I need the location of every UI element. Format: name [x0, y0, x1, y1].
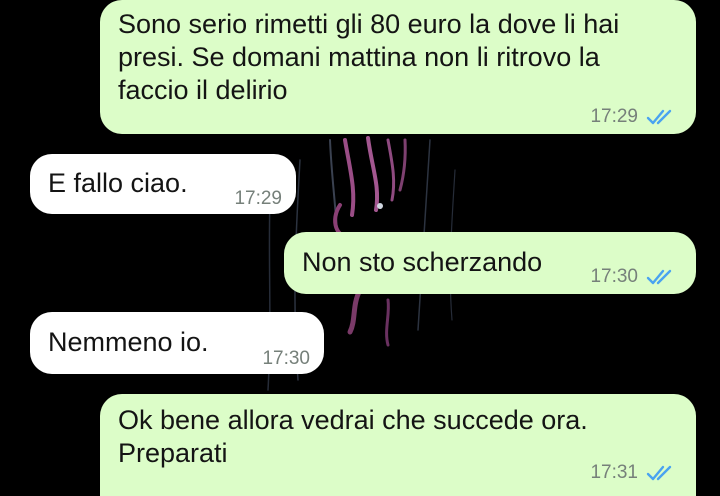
message-bubble-incoming[interactable]: E fallo ciao. 17:29: [30, 154, 296, 214]
message-timestamp: 17:29: [234, 188, 282, 209]
message-meta: 17:30: [590, 260, 676, 293]
message-text: Sono serio rimetti gli 80 euro la dove l…: [118, 9, 620, 105]
message-bubble-outgoing[interactable]: Non sto scherzando 17:30: [284, 232, 696, 294]
message-text: E fallo ciao.: [48, 168, 188, 198]
double-check-read-icon: [646, 465, 672, 480]
message-bubble-outgoing[interactable]: Sono serio rimetti gli 80 euro la dove l…: [100, 0, 696, 134]
message-meta: 17:29: [234, 182, 282, 215]
double-check-read-icon: [646, 109, 672, 124]
message-timestamp: 17:31: [590, 462, 638, 483]
message-meta: 17:30: [262, 342, 310, 375]
message-text: Ok bene allora vedrai che succede ora. P…: [118, 405, 588, 468]
double-check-read-icon: [646, 269, 672, 284]
message-meta: 17:31: [590, 456, 676, 489]
message-bubble-incoming[interactable]: Nemmeno io. 17:30: [30, 312, 324, 374]
message-timestamp: 17:29: [590, 106, 638, 127]
message-text: Nemmeno io.: [48, 327, 209, 357]
message-bubble-outgoing[interactable]: Ok bene allora vedrai che succede ora. P…: [100, 394, 696, 496]
message-meta: 17:29: [590, 100, 676, 133]
message-text: Non sto scherzando: [302, 247, 543, 277]
message-timestamp: 17:30: [262, 348, 310, 369]
message-timestamp: 17:30: [590, 266, 638, 287]
